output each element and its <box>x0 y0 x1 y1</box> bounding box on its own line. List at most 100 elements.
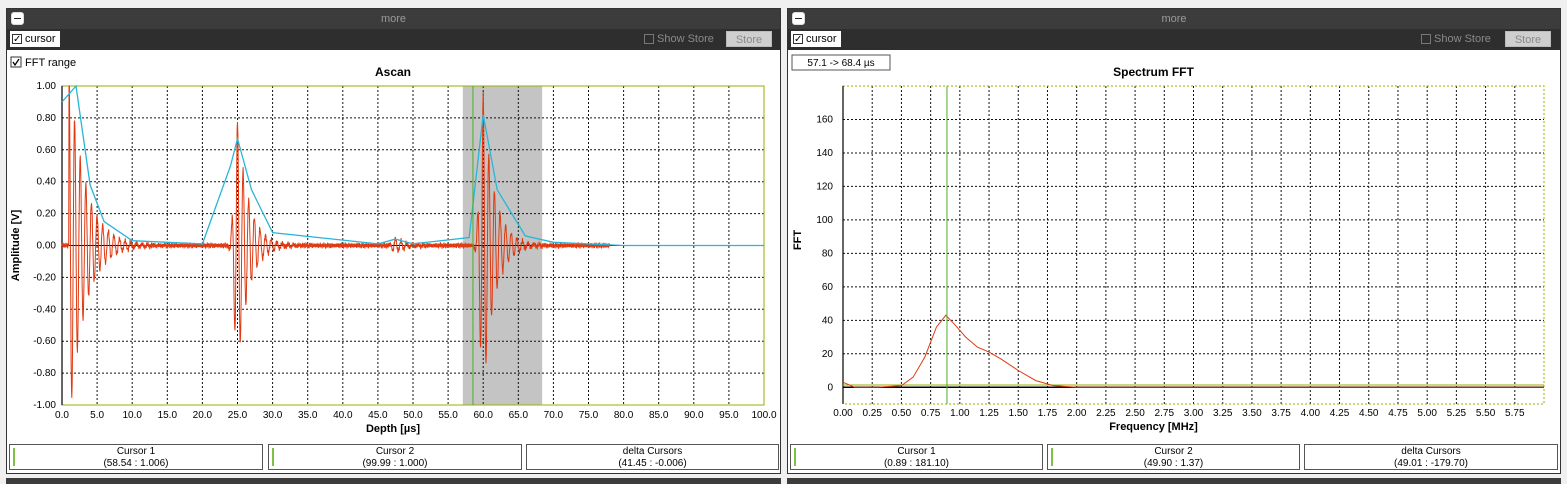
y-tick-label: 80 <box>822 248 834 259</box>
fft-range-label: FFT range <box>25 57 76 69</box>
x-tick-label: 75.0 <box>579 410 599 421</box>
x-tick-label: 2.00 <box>1067 408 1087 419</box>
cursor1-title: Cursor 1 <box>897 446 936 457</box>
collapse-icon[interactable] <box>11 12 24 25</box>
show-store-checkbox[interactable]: Show Store <box>1421 31 1491 47</box>
x-tick-label: 1.00 <box>950 408 970 419</box>
delta-cursors-readout: delta Cursors (41.45 : -0.006) <box>526 444 779 470</box>
x-tick-label: 10.0 <box>122 410 142 421</box>
x-tick-label: 5.75 <box>1505 408 1525 419</box>
y-tick-label: -1.00 <box>33 400 56 411</box>
x-tick-label: 95.0 <box>719 410 739 421</box>
cursor1-color-marker <box>13 448 15 466</box>
delta-cursors-value: (49.01 : -179.70) <box>1394 458 1468 469</box>
next-panel-titlebar <box>787 478 1561 484</box>
ascan-chart[interactable]: 0.0 5.0 10.0 15.0 20.0 25.0 30.0 35.0 40.0 45.0 50… <box>7 51 780 441</box>
checkbox-checked-icon[interactable] <box>12 32 22 48</box>
cursor2-value: (49.90 : 1.37) <box>1143 458 1204 469</box>
x-tick-label: 5.00 <box>1417 408 1437 419</box>
checkbox-icon[interactable] <box>1421 34 1431 45</box>
cursor-checkbox[interactable]: cursor <box>791 31 841 48</box>
y-tick-label: 100 <box>816 215 833 226</box>
x-tick-label: 2.50 <box>1125 408 1145 419</box>
delta-cursors-value: (41.45 : -0.006) <box>618 458 687 469</box>
delta-cursors-readout: delta Cursors (49.01 : -179.70) <box>1304 444 1558 470</box>
x-tick-label: 65.0 <box>509 410 529 421</box>
spectrum-chart[interactable]: 0.00 0.25 0.50 0.75 1.00 1.25 1.50 1.75 2.00 2.25… <box>788 51 1560 441</box>
cursor1-color-marker <box>794 448 796 466</box>
checkbox-checked-icon[interactable] <box>10 56 22 68</box>
x-tick-label: 2.75 <box>1155 408 1175 419</box>
spectrum-plot[interactable]: 0.00 0.25 0.50 0.75 1.00 1.25 1.50 1.75 2.00 2.25… <box>788 51 1560 444</box>
next-panel-titlebar <box>6 478 781 484</box>
cursor1-value: (0.89 : 181.10) <box>883 458 950 469</box>
spectrum-background <box>788 51 1560 441</box>
cursor2-title: Cursor 2 <box>1154 446 1193 457</box>
y-tick-label: 0.20 <box>37 209 57 220</box>
y-tick-label: -0.20 <box>33 272 56 283</box>
x-tick-label: 15.0 <box>158 410 178 421</box>
x-tick-label: 1.75 <box>1038 408 1058 419</box>
x-tick-label: 0.00 <box>833 408 853 419</box>
x-tick-label: 25.0 <box>228 410 248 421</box>
x-tick-label: 50.0 <box>403 410 423 421</box>
chart-title: Spectrum FFT <box>1113 65 1194 79</box>
y-tick-label: -0.60 <box>33 336 56 347</box>
cursor2-readout: Cursor 2 (49.90 : 1.37) <box>1047 444 1300 470</box>
x-tick-label: 70.0 <box>544 410 564 421</box>
x-tick-label: 3.00 <box>1184 408 1204 419</box>
x-tick-label: 3.75 <box>1271 408 1291 419</box>
y-tick-label: 0.80 <box>37 113 57 124</box>
cursor-checkbox-label: cursor <box>806 33 837 45</box>
cursor2-color-marker <box>272 448 274 466</box>
x-tick-label: 5.50 <box>1476 408 1496 419</box>
x-tick-label: 4.50 <box>1359 408 1379 419</box>
x-tick-label: 2.25 <box>1096 408 1116 419</box>
panel-title-bar[interactable]: more <box>788 9 1560 29</box>
more-label: more <box>380 13 407 25</box>
x-tick-label: 0.75 <box>921 408 941 419</box>
panel-toolbar: cursor Show Store Store <box>788 29 1560 50</box>
panel-title-bar[interactable]: more <box>7 9 780 29</box>
checkbox-checked-icon[interactable] <box>793 32 803 48</box>
cursor1-readout: Cursor 1 (58.54 : 1.006) <box>9 444 263 470</box>
x-tick-label: 1.25 <box>979 408 999 419</box>
y-tick-label: 120 <box>816 181 833 192</box>
x-tick-label: 80.0 <box>614 410 634 421</box>
y-tick-label: 60 <box>822 282 834 293</box>
x-tick-label: 60.0 <box>473 410 493 421</box>
x-tick-label: 45.0 <box>368 410 388 421</box>
x-tick-label: 4.75 <box>1388 408 1408 419</box>
checkbox-icon[interactable] <box>644 34 654 45</box>
x-tick-label: 3.50 <box>1242 408 1262 419</box>
y-tick-label: 40 <box>822 315 834 326</box>
store-button[interactable]: Store <box>726 31 772 47</box>
show-store-checkbox[interactable]: Show Store <box>644 31 714 47</box>
cursor1-readout: Cursor 1 (0.89 : 181.10) <box>790 444 1043 470</box>
x-tick-label: 30.0 <box>263 410 283 421</box>
gate-range-readout: 57.1 -> 68.4 µs <box>807 58 874 69</box>
store-button[interactable]: Store <box>1505 31 1551 47</box>
x-tick-label: 5.25 <box>1447 408 1467 419</box>
x-tick-label: 0.50 <box>892 408 912 419</box>
y-tick-label: -0.40 <box>33 304 56 315</box>
collapse-icon[interactable] <box>792 12 805 25</box>
cursor2-color-marker <box>1051 448 1053 466</box>
x-tick-label: 4.25 <box>1330 408 1350 419</box>
x-tick-label: 4.00 <box>1301 408 1321 419</box>
cursor-checkbox[interactable]: cursor <box>10 31 60 48</box>
fft-range-checkbox[interactable]: FFT range <box>10 56 76 69</box>
y-axis-label: FFT <box>792 230 804 250</box>
x-tick-label: 40.0 <box>333 410 353 421</box>
ascan-plot[interactable]: 0.0 5.0 10.0 15.0 20.0 25.0 30.0 35.0 40.0 45.0 50… <box>7 51 780 444</box>
x-tick-label: 85.0 <box>649 410 669 421</box>
ascan-panel: more cursor Show Store Store 0.0 5.0 10.0 1… <box>6 8 781 474</box>
cursor2-readout: Cursor 2 (99.99 : 1.000) <box>268 444 522 470</box>
x-axis-label: Frequency [MHz] <box>1109 421 1198 433</box>
more-label: more <box>1161 13 1187 25</box>
x-tick-label: 90.0 <box>684 410 704 421</box>
x-tick-label: 5.0 <box>90 410 104 421</box>
y-tick-label: 0.40 <box>37 177 57 188</box>
cursor1-title: Cursor 1 <box>116 446 156 457</box>
cursor2-value: (99.99 : 1.000) <box>362 458 428 469</box>
